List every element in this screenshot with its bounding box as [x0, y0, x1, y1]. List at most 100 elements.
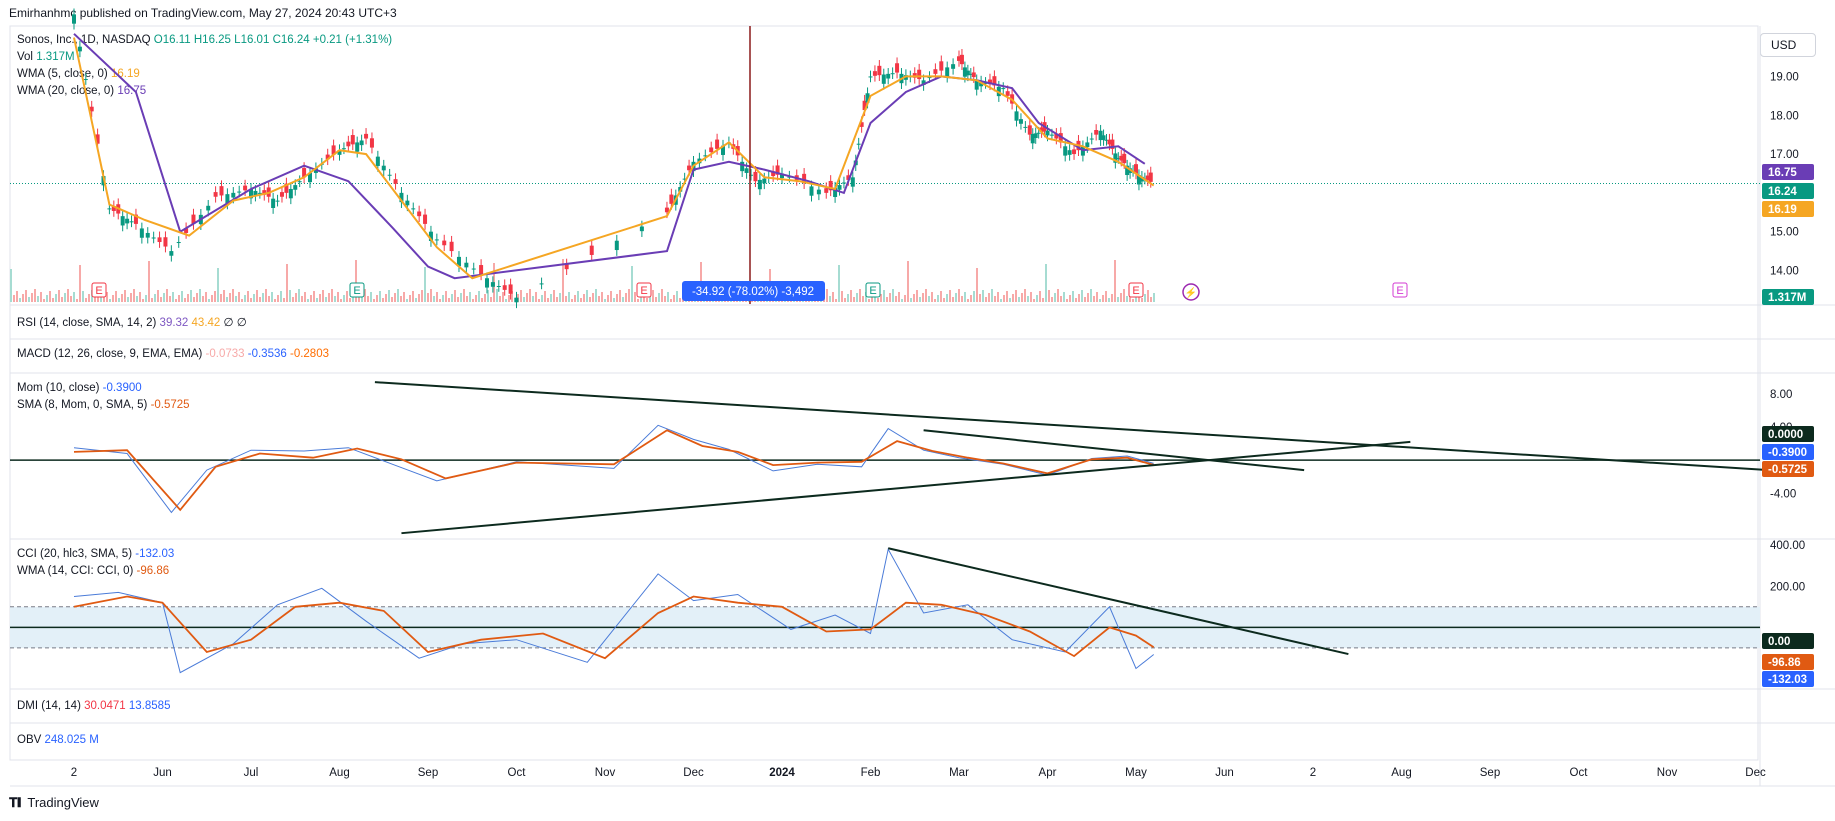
volume-bar — [547, 298, 549, 302]
volume-bar — [985, 297, 987, 302]
volume-bar — [313, 291, 315, 302]
volume-bar — [16, 291, 18, 302]
volume-bar — [169, 296, 171, 302]
volume-bar — [85, 298, 87, 302]
candle-body — [125, 218, 130, 224]
candle-body — [129, 221, 134, 223]
cci-badge: 0.00 — [1768, 636, 1790, 648]
candle-body — [1072, 149, 1077, 155]
volume-bar — [400, 296, 402, 302]
price-axis-tick: 19.00 — [1770, 71, 1799, 83]
candle-body — [1023, 126, 1028, 128]
volume-bar — [904, 295, 906, 302]
volume-bar — [634, 292, 636, 302]
mom-axis-tick: 8.00 — [1770, 389, 1792, 401]
volume-bar — [13, 295, 15, 302]
volume-bar — [937, 295, 939, 302]
volume-bar — [64, 293, 66, 302]
volume-bar — [304, 292, 306, 302]
volume-bar — [115, 291, 117, 302]
time-axis-label: Sep — [418, 767, 438, 779]
candle-body — [206, 205, 211, 211]
candle-body — [1033, 133, 1038, 139]
volume-bar — [1102, 295, 1104, 302]
volume-bar — [409, 295, 411, 302]
volume-bar — [844, 298, 846, 302]
volume-bar — [178, 295, 180, 302]
volume-bar — [175, 299, 177, 302]
volume-bar — [994, 296, 996, 302]
time-axis-label: Apr — [1039, 767, 1057, 779]
volume-bar — [607, 295, 609, 302]
volume-bar — [40, 292, 42, 302]
volume-bar — [322, 290, 324, 302]
volume-bar — [259, 297, 261, 302]
volume-bar — [850, 290, 852, 302]
volume-bar — [997, 292, 999, 302]
volume-bar — [853, 297, 855, 302]
tradingview-footer: 𝐓❙ TradingView — [9, 795, 99, 811]
volume-bar — [388, 290, 390, 302]
candle-body — [669, 194, 674, 204]
volume-bar — [31, 293, 33, 302]
volume-bar — [226, 297, 228, 302]
candle-body — [1027, 125, 1032, 135]
volume-bar — [835, 299, 837, 302]
volume-bar — [604, 299, 606, 302]
volume-bar — [310, 295, 312, 302]
volume-bar — [430, 289, 432, 302]
volume-bar — [118, 298, 120, 302]
volume-bar — [418, 294, 420, 302]
volume-histogram — [10, 259, 1155, 302]
volume-bar — [1060, 296, 1062, 302]
volume-bar — [358, 297, 360, 302]
volume-bar — [664, 296, 666, 302]
volume-bar — [232, 289, 234, 302]
candle-body — [490, 282, 495, 287]
candle-body — [485, 278, 489, 288]
candle-body — [1148, 172, 1153, 182]
candle-body — [107, 208, 112, 210]
volume-bar — [670, 299, 672, 302]
chart-canvas[interactable]: 2 Jun Jul Aug Sep Oct Nov Dec 2024 Feb Mar Apr May Ju… — [0, 0, 1835, 821]
volume-bar — [190, 290, 192, 302]
volume-bar — [1069, 295, 1071, 302]
volume-bar — [892, 289, 894, 302]
volume-bar — [127, 297, 129, 302]
volume-bar — [910, 298, 912, 302]
volume-bar — [1054, 293, 1056, 302]
volume-bar — [964, 292, 966, 302]
earnings-marker-label: E — [869, 285, 876, 297]
volume-bar — [448, 298, 450, 302]
volume-bar — [1078, 294, 1080, 302]
volume-bar — [982, 290, 984, 302]
volume-bar — [250, 298, 252, 302]
time-axis-label: Nov — [595, 767, 616, 779]
volume-bar — [1066, 299, 1068, 302]
wma5-line — [73, 37, 1155, 280]
candle-body — [1018, 119, 1023, 124]
volume-bar — [205, 292, 207, 302]
candle-body — [959, 54, 964, 65]
volume-bar — [1015, 290, 1017, 302]
volume-bar — [37, 296, 39, 302]
time-axis-label: Dec — [683, 767, 704, 779]
time-axis-label: Feb — [861, 767, 881, 779]
volume-bar — [940, 291, 942, 302]
volume-bar — [283, 298, 285, 302]
tradingview-logo-icon: 𝐓❙ — [9, 795, 21, 810]
volume-bar — [538, 299, 540, 302]
volume-bar — [427, 293, 429, 302]
volume-bar — [184, 298, 186, 302]
candle-body — [639, 226, 644, 232]
volume-bar — [1042, 298, 1044, 302]
volume-bar — [655, 297, 657, 302]
candle-body — [1122, 153, 1127, 164]
volume-bar — [301, 296, 303, 302]
volume-bar — [1039, 291, 1041, 302]
volume-bar — [475, 295, 477, 302]
volume-bar — [187, 294, 189, 302]
volume-bar — [838, 265, 840, 302]
candle-body — [479, 265, 484, 275]
volume-bar — [289, 290, 291, 302]
